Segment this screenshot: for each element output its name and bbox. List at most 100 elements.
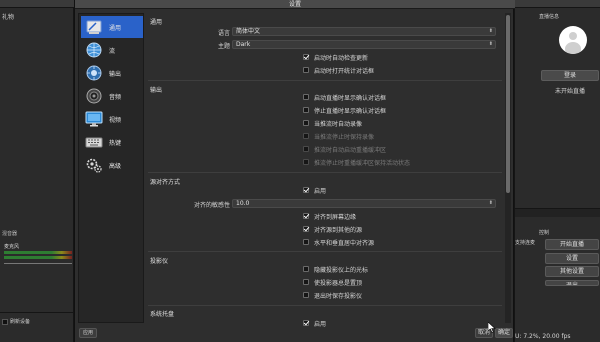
snap-option-1[interactable]: 对齐源到其他的源 [303, 225, 363, 234]
globe-icon [86, 42, 102, 58]
monitor-icon [85, 111, 103, 127]
checkbox-label: 对齐源到其他的源 [314, 226, 363, 234]
nav-item-stream[interactable]: 流 [81, 39, 143, 61]
projector-option-0[interactable]: 隐藏投影仪上的光标 [303, 265, 369, 274]
obs-right-panel: 直播信息 登录 未开始直播 控制 支持连麦 开始直播 设置 其他设置 退出 U:… [514, 0, 600, 342]
snap-option-0[interactable]: 对齐到屏幕边缘 [303, 212, 357, 221]
projector-option-2[interactable]: 退出时保存投影仪 [303, 291, 363, 300]
checkbox-box[interactable] [303, 266, 309, 272]
stream-info-title: 直播信息 [539, 14, 560, 20]
nav-item-general[interactable]: 通用 [81, 16, 143, 38]
output-option-1[interactable]: 停止直播时显示确认对话框 [303, 106, 386, 115]
refresh-devices-label: 刷新设备 [10, 319, 31, 325]
mouse-cursor-icon [488, 322, 496, 333]
nav-label-audio: 音频 [109, 93, 122, 101]
select-arrows-icon: ⬍ [488, 41, 493, 47]
stats-on-start-checkbox[interactable]: 启动时打开统计对话框 [303, 66, 374, 75]
section-divider [148, 172, 502, 173]
tray-enable-checkbox[interactable]: 启用 [303, 319, 327, 328]
refresh-devices[interactable]: 刷新设备 [2, 318, 30, 325]
output-option-3: 当推流停止时保持录像 [303, 132, 375, 141]
volume-slider[interactable] [4, 263, 72, 264]
section-divider [148, 305, 502, 306]
audio-meter-right [4, 256, 72, 259]
nav-label-output: 输出 [109, 70, 122, 78]
checkbox-label: 启动时自动检查更新 [314, 54, 369, 62]
nav-label-hotkeys: 热键 [109, 139, 122, 147]
apply-button[interactable]: 应用 [79, 328, 97, 338]
checkbox-box[interactable] [303, 279, 309, 285]
snap-sensitivity-spinbox[interactable]: 10.0 ⬍ [232, 199, 496, 208]
theme-select[interactable]: Dark ⬍ [232, 40, 496, 49]
checkbox-box [303, 146, 309, 152]
audio-meter-left [4, 251, 72, 254]
snapping-enable-checkbox[interactable]: 启用 [303, 186, 326, 195]
nav-item-hotkeys[interactable]: 热键 [81, 131, 143, 153]
general-icon [86, 20, 102, 34]
section-title-snapping: 源对齐方式 [150, 179, 181, 186]
checkbox-box [303, 159, 309, 165]
avatar-body [565, 42, 581, 54]
checkbox-box[interactable] [303, 187, 309, 193]
section-title-output: 输出 [150, 87, 163, 94]
content-scrollbar[interactable] [505, 13, 511, 323]
snap-sensitivity-value: 10.0 [236, 200, 250, 207]
checkbox-box[interactable] [303, 320, 309, 326]
checkbox-box[interactable] [303, 239, 309, 245]
checkbox-box[interactable] [303, 107, 309, 113]
settings-sidebar: 通用 流 输出 音频 视频 热键 高级 [78, 13, 144, 323]
language-select[interactable]: 简体中文 ⬍ [232, 27, 496, 36]
output-option-2[interactable]: 当推流时自动录像 [303, 119, 362, 128]
nav-item-video[interactable]: 视频 [81, 108, 143, 130]
language-label: 语言 [217, 30, 230, 37]
other-settings-button[interactable]: 其他设置 [545, 266, 599, 277]
auto-update-checkbox[interactable]: 启动时自动检查更新 [303, 53, 369, 62]
nav-item-output[interactable]: 输出 [81, 62, 143, 84]
ok-button[interactable]: 确定 [495, 328, 513, 338]
checkbox-label: 隐藏投影仪上的光标 [314, 266, 369, 274]
cpu-fps-status: U: 7.2%, 20.00 fps [515, 333, 571, 340]
scrollbar-thumb[interactable] [506, 15, 510, 193]
speaker-icon [86, 88, 102, 104]
section-divider [148, 251, 502, 252]
nav-item-audio[interactable]: 音频 [81, 85, 143, 107]
mixer-title: 混音器 [2, 231, 18, 237]
spin-arrows-icon[interactable]: ⬍ [489, 200, 493, 207]
checkbox-box[interactable] [303, 213, 309, 219]
dialog-title: 设置 [75, 0, 515, 9]
checkbox-box [303, 133, 309, 139]
nav-label-stream: 流 [109, 47, 116, 55]
snap-option-2[interactable]: 水平和垂直居中对齐源 [303, 238, 374, 247]
controls-header-bar [515, 208, 600, 217]
checkbox-label: 启用 [314, 320, 327, 328]
output-option-0[interactable]: 启动直播时显示确认对话框 [303, 93, 387, 102]
exit-button[interactable]: 退出 [545, 280, 599, 286]
settings-content: 通用 语言 简体中文 ⬍ 主题 Dark ⬍ 启动时自动检查更新 启动时打开统计… [146, 13, 504, 331]
scenes-title: 礼物 [2, 14, 15, 21]
checkbox-box[interactable] [303, 94, 309, 100]
checkbox-label: 当推流停止时保持录像 [314, 133, 375, 141]
checkbox-box[interactable] [303, 292, 309, 298]
theme-value: Dark [236, 41, 251, 48]
checkbox-label: 使投影器总是置顶 [314, 279, 363, 287]
checkbox-label: 退出时保存投影仪 [314, 292, 363, 300]
start-stream-button[interactable]: 开始直播 [545, 239, 599, 250]
checkbox-box[interactable] [303, 67, 309, 73]
avatar [559, 26, 587, 54]
keyboard-icon [85, 137, 103, 148]
checkbox-box[interactable] [303, 54, 309, 60]
nav-item-advanced[interactable]: 高级 [81, 154, 143, 176]
obs-left-panel: 礼物 混音器 麦克风 刷新设备 [0, 0, 74, 342]
settings-button[interactable]: 设置 [545, 253, 599, 264]
output-option-4: 推流时自动启动重播缓冲区 [303, 145, 386, 154]
refresh-checkbox[interactable] [2, 318, 8, 325]
section-title-projector: 投影仪 [150, 258, 169, 265]
checkbox-box[interactable] [303, 120, 309, 126]
nav-label-general: 通用 [109, 24, 122, 32]
language-value: 简体中文 [236, 28, 261, 35]
checkbox-label: 对齐到屏幕边缘 [314, 213, 357, 221]
login-button[interactable]: 登录 [541, 70, 599, 81]
projector-option-1[interactable]: 使投影器总是置顶 [303, 278, 363, 287]
checkbox-label: 启动直播时显示确认对话框 [314, 94, 387, 102]
checkbox-box[interactable] [303, 226, 309, 232]
